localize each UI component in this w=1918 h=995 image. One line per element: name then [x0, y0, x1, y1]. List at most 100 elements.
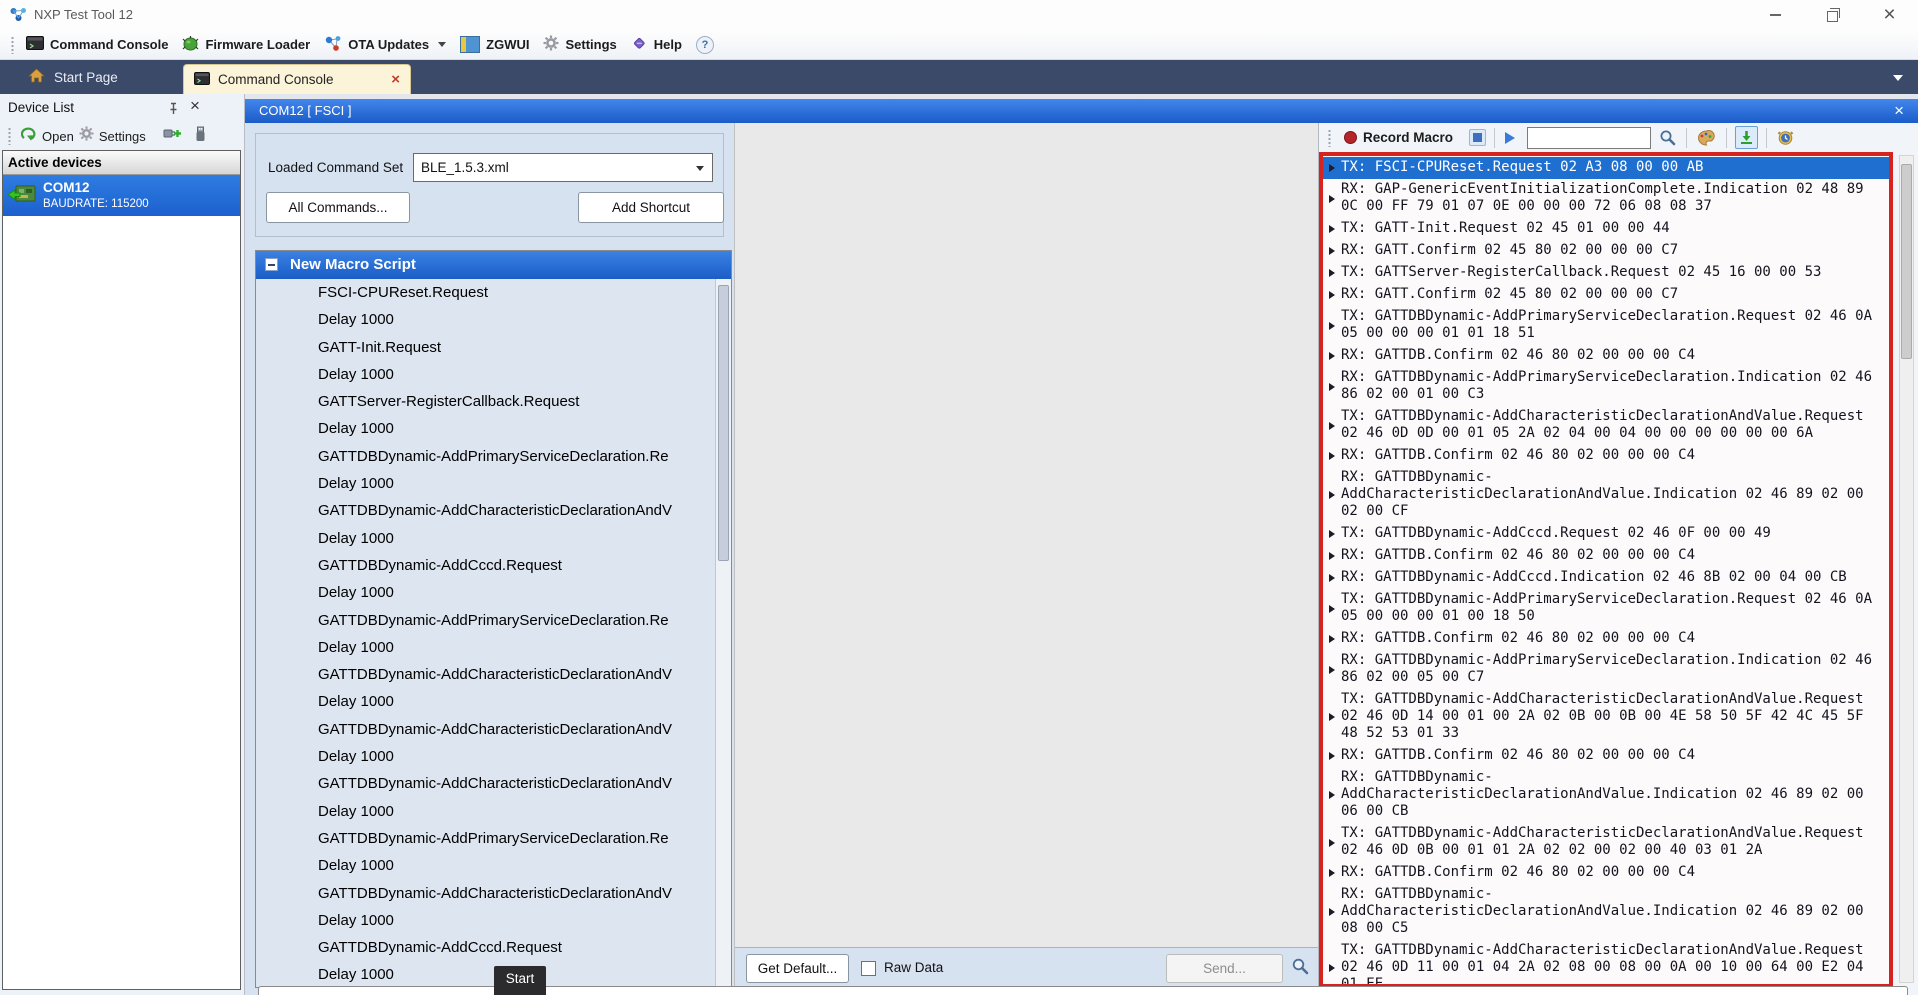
macro-item[interactable]: Delay 1000 [256, 852, 715, 879]
expand-arrow-icon[interactable] [1329, 164, 1335, 172]
toolbar-grip[interactable] [7, 127, 12, 145]
search-icon[interactable] [1291, 957, 1309, 980]
expand-arrow-icon[interactable] [1329, 322, 1335, 330]
panel-close-icon[interactable]: × [190, 96, 200, 116]
macro-list-scrollbar[interactable] [715, 279, 731, 987]
menu-about[interactable] [696, 36, 714, 54]
expand-arrow-icon[interactable] [1329, 839, 1335, 847]
macro-item[interactable]: GATTDBDynamic-AddCharacteristicDeclarati… [256, 770, 715, 797]
expand-arrow-icon[interactable] [1329, 352, 1335, 360]
macro-item[interactable]: Delay 1000 [256, 961, 715, 987]
device-row-com12[interactable]: COM12 BAUDRATE: 115200 [3, 175, 240, 216]
command-set-dropdown[interactable]: BLE_1.5.3.xml [413, 153, 713, 182]
expand-arrow-icon[interactable] [1329, 791, 1335, 799]
restore-button[interactable] [1804, 0, 1861, 30]
expand-arrow-icon[interactable] [1329, 666, 1335, 674]
expand-arrow-icon[interactable] [1329, 752, 1335, 760]
log-entry[interactable]: TX: GATT-Init.Request 02 45 01 00 00 44 [1323, 218, 1889, 240]
expand-arrow-icon[interactable] [1329, 574, 1335, 582]
log-entry[interactable]: TX: GATTDBDynamic-AddCharacteristicDecla… [1323, 823, 1889, 862]
open-button[interactable]: Open [42, 129, 74, 144]
macro-item[interactable]: Delay 1000 [256, 798, 715, 825]
menu-firmware-loader[interactable]: Firmware Loader [182, 35, 310, 54]
macro-item[interactable]: GATTDBDynamic-AddCharacteristicDeclarati… [256, 716, 715, 743]
all-commands-button[interactable]: All Commands... [266, 192, 410, 223]
macro-script-header[interactable]: New Macro Script [256, 251, 731, 279]
log-entry[interactable]: RX: GATTDB.Confirm 02 46 80 02 00 00 00 … [1323, 345, 1889, 367]
log-scrollbar[interactable] [1899, 155, 1914, 983]
macro-item[interactable]: Delay 1000 [256, 415, 715, 442]
expand-arrow-icon[interactable] [1329, 869, 1335, 877]
tab-command-console[interactable]: Command Console × [183, 64, 411, 94]
send-button[interactable]: Send... [1166, 954, 1283, 983]
expand-arrow-icon[interactable] [1329, 713, 1335, 721]
expand-arrow-icon[interactable] [1329, 225, 1335, 233]
tab-close-icon[interactable]: × [391, 72, 400, 87]
log-entry[interactable]: TX: GATTDBDynamic-AddPrimaryServiceDecla… [1323, 589, 1889, 628]
log-entry[interactable]: RX: GATTDB.Confirm 02 46 80 02 00 00 00 … [1323, 745, 1889, 767]
tab-overflow-chevron-icon[interactable] [1893, 75, 1903, 81]
raw-data-checkbox[interactable] [861, 961, 876, 976]
scrollbar-thumb[interactable] [1901, 164, 1912, 359]
expand-arrow-icon[interactable] [1329, 530, 1335, 538]
menu-command-console[interactable]: Command Console [26, 36, 168, 53]
macro-item[interactable]: Delay 1000 [256, 688, 715, 715]
macro-item[interactable]: Delay 1000 [256, 361, 715, 388]
menu-help[interactable]: Help [631, 35, 682, 54]
log-entry[interactable]: RX: GATTDBDynamic-AddCharacteristicDecla… [1323, 884, 1889, 940]
gear-icon[interactable] [79, 126, 94, 146]
log-entry[interactable]: TX: GATTDBDynamic-AddPrimaryServiceDecla… [1323, 306, 1889, 345]
log-entry[interactable]: TX: GATTDBDynamic-AddCharacteristicDecla… [1323, 689, 1889, 745]
expand-arrow-icon[interactable] [1329, 605, 1335, 613]
expand-arrow-icon[interactable] [1329, 552, 1335, 560]
collapse-icon[interactable] [265, 258, 278, 271]
macro-item[interactable]: GATTDBDynamic-AddPrimaryServiceDeclarati… [256, 825, 715, 852]
toolbar-grip[interactable] [10, 36, 15, 54]
expand-arrow-icon[interactable] [1329, 269, 1335, 277]
macro-item[interactable]: GATTDBDynamic-AddPrimaryServiceDeclarati… [256, 607, 715, 634]
log-entry[interactable]: TX: GATTDBDynamic-AddCccd.Request 02 46 … [1323, 523, 1889, 545]
log-entry[interactable]: RX: GATTDB.Confirm 02 46 80 02 00 00 00 … [1323, 628, 1889, 650]
highlight-palette-button[interactable] [1697, 130, 1716, 146]
log-entry[interactable]: RX: GATTDBDynamic-AddCharacteristicDecla… [1323, 467, 1889, 523]
expand-arrow-icon[interactable] [1329, 908, 1335, 916]
record-macro-label[interactable]: Record Macro [1363, 130, 1453, 145]
expand-arrow-icon[interactable] [1329, 964, 1335, 972]
log-entry[interactable]: TX: GATTDBDynamic-AddCharacteristicDecla… [1323, 406, 1889, 445]
get-default-button[interactable]: Get Default... [746, 954, 849, 983]
macro-item[interactable]: GATTDBDynamic-AddCccd.Request [256, 934, 715, 961]
scrollbar-thumb[interactable] [718, 285, 729, 561]
log-entry[interactable]: RX: GATT.Confirm 02 45 80 02 00 00 00 C7 [1323, 240, 1889, 262]
open-icon[interactable] [21, 126, 37, 146]
log-entry[interactable]: RX: GATTDB.Confirm 02 46 80 02 00 00 00 … [1323, 445, 1889, 467]
play-button[interactable] [1505, 132, 1515, 144]
macro-item[interactable]: GATTDBDynamic-AddCharacteristicDeclarati… [256, 880, 715, 907]
macro-item[interactable]: Delay 1000 [256, 743, 715, 770]
log-entry[interactable]: RX: GATTDBDynamic-AddPrimaryServiceDecla… [1323, 367, 1889, 406]
timestamp-clock-button[interactable] [1777, 129, 1794, 146]
log-entry[interactable]: RX: GATT.Confirm 02 45 80 02 00 00 00 C7 [1323, 284, 1889, 306]
find-button[interactable] [1659, 129, 1676, 146]
macro-item[interactable]: GATTDBDynamic-AddCccd.Request [256, 552, 715, 579]
log-entry[interactable]: TX: FSCI-CPUReset.Request 02 A3 08 00 00… [1323, 157, 1889, 179]
log-search-input[interactable] [1527, 127, 1651, 149]
expand-arrow-icon[interactable] [1329, 247, 1335, 255]
menu-settings[interactable]: Settings [543, 35, 616, 54]
save-log-button[interactable] [1735, 126, 1758, 149]
document-close-icon[interactable]: × [1894, 99, 1904, 122]
macro-item[interactable]: GATTDBDynamic-AddPrimaryServiceDeclarati… [256, 443, 715, 470]
macro-item[interactable]: Delay 1000 [256, 634, 715, 661]
log-entry[interactable]: TX: GATTServer-RegisterCallback.Request … [1323, 262, 1889, 284]
minimize-button[interactable] [1747, 0, 1804, 30]
expand-arrow-icon[interactable] [1329, 635, 1335, 643]
macro-item[interactable]: Delay 1000 [256, 470, 715, 497]
log-entry[interactable]: RX: GATTDBDynamic-AddPrimaryServiceDecla… [1323, 650, 1889, 689]
expand-arrow-icon[interactable] [1329, 195, 1335, 203]
stop-button[interactable] [1469, 129, 1486, 146]
tab-start-page[interactable]: Start Page [14, 60, 132, 94]
macro-item[interactable]: Delay 1000 [256, 306, 715, 333]
log-entry[interactable]: TX: GATTDBDynamic-AddCharacteristicDecla… [1323, 940, 1889, 988]
macro-item[interactable]: GATTServer-RegisterCallback.Request [256, 388, 715, 415]
settings-button[interactable]: Settings [99, 129, 146, 144]
log-entry[interactable]: RX: GATTDB.Confirm 02 46 80 02 00 00 00 … [1323, 862, 1889, 884]
